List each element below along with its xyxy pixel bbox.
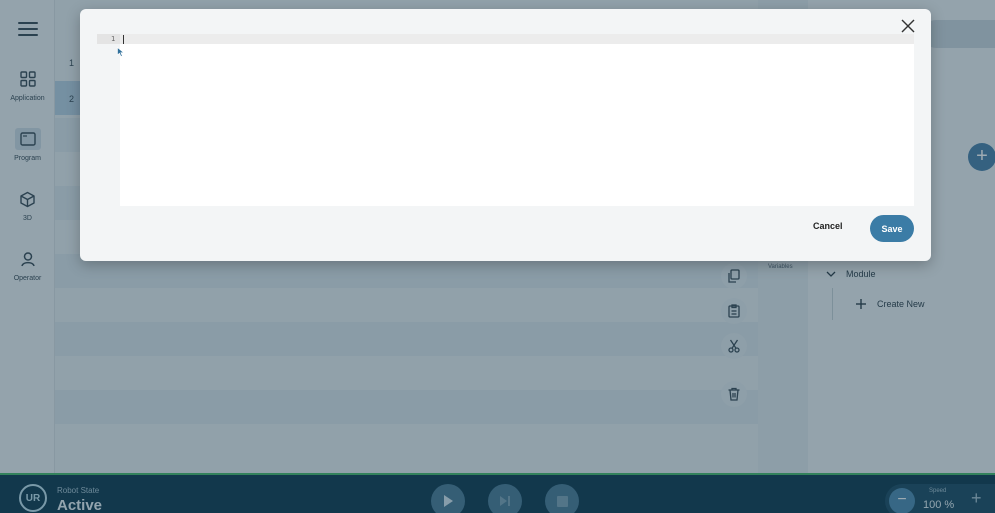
app-root: Application Program 3D Operator 1 2 Vari…: [0, 0, 995, 513]
current-line-highlight: [97, 34, 914, 44]
line-number: 1: [111, 35, 116, 43]
close-button[interactable]: [899, 17, 917, 35]
code-editor[interactable]: 1: [97, 34, 914, 206]
cancel-button[interactable]: Cancel: [813, 221, 843, 231]
line-number-gutter: [97, 34, 120, 206]
save-button[interactable]: Save: [870, 215, 914, 242]
mouse-pointer-icon: [117, 47, 125, 57]
close-icon: [901, 19, 915, 33]
gutter-line-highlight: [97, 34, 120, 44]
text-caret: [123, 35, 124, 44]
script-editor-dialog: 1 Cancel Save: [80, 9, 931, 261]
